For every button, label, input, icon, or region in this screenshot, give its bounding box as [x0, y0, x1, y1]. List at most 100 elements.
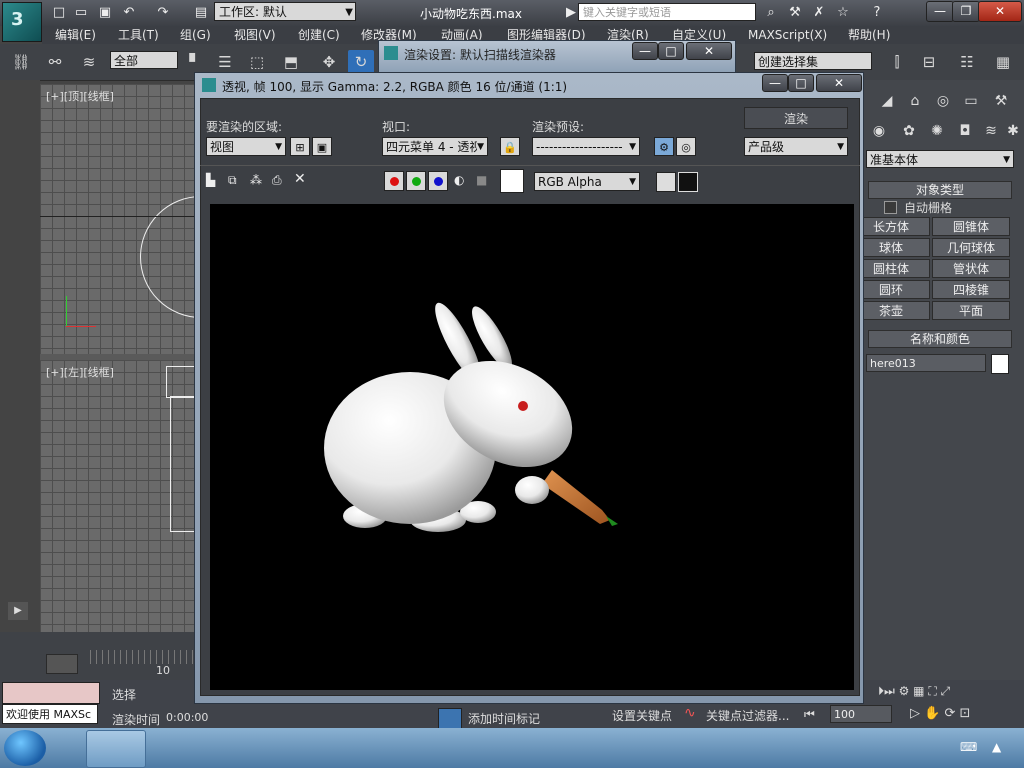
create-tab-icon[interactable]: ◢	[876, 90, 898, 112]
render-button[interactable]: 渲染	[744, 107, 848, 129]
communication-icon[interactable]: ✗	[810, 4, 828, 22]
save-image-icon[interactable]: ▙	[206, 173, 215, 187]
add-time-tag-button[interactable]: 添加时间标记	[468, 710, 540, 727]
clone-window-icon[interactable]: ⁂	[250, 173, 262, 187]
edit-region-icon[interactable]: ⊞	[290, 137, 310, 156]
modify-tab-icon[interactable]: ⌂	[904, 90, 926, 112]
tools-icon[interactable]: ⚒	[786, 4, 804, 22]
cameras-icon[interactable]: ◘	[954, 120, 976, 142]
rotate-icon[interactable]: ↻	[348, 50, 374, 74]
area-to-render-dropdown[interactable]: 视图 ▼	[206, 137, 286, 156]
workspace-dropdown[interactable]: 工作区: 默认 ▼	[214, 2, 356, 21]
copy-image-icon[interactable]: ⧉	[228, 173, 237, 188]
align-icon[interactable]: ⊟	[916, 50, 942, 74]
autogrid-checkbox[interactable]	[884, 201, 897, 214]
redo-icon[interactable]: ↷	[154, 4, 172, 22]
alpha-toggle-icon[interactable]: ◐	[454, 173, 464, 187]
render-setup-maximize-button[interactable]: □	[658, 42, 684, 60]
render-setup-minimize-button[interactable]: —	[632, 42, 658, 60]
lights-icon[interactable]: ✺	[926, 120, 948, 142]
minimize-button[interactable]: —	[926, 1, 954, 22]
help-icon[interactable]: ?	[868, 4, 886, 22]
lock-icon[interactable]: 🔒	[500, 137, 520, 156]
toggle-ui-icon[interactable]	[656, 172, 676, 192]
systems-icon[interactable]: ✱	[1002, 120, 1024, 142]
bind-space-warp-icon[interactable]: ≋	[76, 50, 102, 74]
key-filters-button[interactable]: 关键点过滤器...	[706, 707, 789, 724]
shapes-icon[interactable]: ✿	[898, 120, 920, 142]
select-object-icon[interactable]: ▘	[182, 50, 208, 74]
named-selection-dropdown[interactable]: 创建选择集	[754, 52, 872, 70]
utilities-tab-icon[interactable]: ⚒	[990, 90, 1012, 112]
cone-button[interactable]: 圆锥体	[932, 217, 1010, 236]
start-button[interactable]	[4, 730, 46, 766]
red-channel-toggle[interactable]	[384, 171, 404, 191]
auto-region-icon[interactable]: ▣	[312, 137, 332, 156]
maxscript-listener-input[interactable]	[2, 682, 100, 704]
environment-icon[interactable]: ◎	[676, 137, 696, 156]
save-file-icon[interactable]: ▣	[96, 4, 114, 22]
blue-channel-toggle[interactable]	[428, 171, 448, 191]
select-by-name-icon[interactable]: ☰	[212, 50, 238, 74]
time-tag-icon[interactable]	[438, 708, 462, 730]
project-folder-icon[interactable]: ▤	[192, 4, 210, 22]
binoculars-icon[interactable]: ⌕	[762, 4, 780, 22]
maxscript-output[interactable]: 欢迎使用 MAXSc	[2, 704, 98, 724]
geosphere-button[interactable]: 几何球体	[932, 238, 1010, 257]
clear-icon[interactable]: ✕	[294, 171, 306, 187]
primitive-category-dropdown[interactable]: 准基本体 ▼	[866, 150, 1014, 168]
restore-button[interactable]: ❐	[952, 1, 980, 22]
open-file-icon[interactable]: ▭	[72, 4, 90, 22]
geometry-icon[interactable]: ◉	[868, 120, 890, 142]
rect-selection-icon[interactable]: ⬚	[244, 50, 270, 74]
rollout-object-type[interactable]: 对象类型	[868, 181, 1012, 199]
render-setup-icon[interactable]: ⚙	[654, 137, 674, 156]
close-button[interactable]: ✕	[978, 1, 1022, 22]
play-icon[interactable]: ▶	[8, 602, 28, 620]
color-swatch[interactable]	[500, 169, 524, 193]
selection-filter-dropdown[interactable]: 全部	[110, 51, 178, 69]
menu-edit[interactable]: 编辑(E)	[55, 26, 96, 44]
undo-icon[interactable]: ↶	[120, 4, 138, 22]
timeline-config-icon[interactable]	[46, 654, 78, 674]
goto-start-icon[interactable]: ⏮	[804, 707, 815, 722]
move-icon[interactable]: ✥	[316, 50, 342, 74]
channel-dropdown[interactable]: RGB Alpha ▼	[534, 172, 640, 191]
object-name-input[interactable]: here013	[866, 354, 986, 372]
render-setup-close-button[interactable]: ✕	[686, 42, 732, 60]
layer-manager-icon[interactable]: ☷	[954, 50, 980, 74]
taskbar-3dsmax-icon[interactable]	[86, 730, 146, 768]
menu-view[interactable]: 视图(V)	[234, 26, 276, 44]
hierarchy-tab-icon[interactable]: ◎	[932, 90, 954, 112]
favorites-star-icon[interactable]: ☆	[834, 4, 852, 22]
pyramid-button[interactable]: 四棱锥	[932, 280, 1010, 299]
set-key-button[interactable]: 设置关键点	[612, 707, 672, 724]
plane-button[interactable]: 平面	[932, 301, 1010, 320]
menu-help[interactable]: 帮助(H)	[848, 26, 890, 44]
search-input[interactable]: 键入关键字或短语	[578, 3, 756, 21]
graphite-tools-icon[interactable]: ▦	[990, 50, 1016, 74]
quality-dropdown[interactable]: 产品级 ▼	[744, 137, 848, 156]
menu-create[interactable]: 创建(C)	[298, 26, 340, 44]
mirror-icon[interactable]: ⫿	[884, 50, 910, 74]
green-channel-toggle[interactable]	[406, 171, 426, 191]
helpers-icon[interactable]: ≋	[980, 120, 1002, 142]
navigation-controls-icon[interactable]: ▷ ✋ ⟳ ⊡	[910, 706, 970, 721]
monochrome-icon[interactable]: ■	[476, 173, 487, 187]
frame-input[interactable]: 100	[830, 705, 892, 723]
menu-group[interactable]: 组(G)	[180, 26, 211, 44]
menu-maxscript[interactable]: MAXScript(X)	[748, 26, 827, 44]
object-color-swatch[interactable]	[991, 354, 1009, 374]
window-crossing-icon[interactable]: ⬒	[278, 50, 304, 74]
render-window-maximize-button[interactable]: □	[788, 74, 814, 92]
viewport-dropdown[interactable]: 四元菜单 4 - 透视 ▼	[382, 137, 488, 156]
render-window-minimize-button[interactable]: —	[762, 74, 788, 92]
new-file-icon[interactable]: □	[50, 4, 68, 22]
render-preset-dropdown[interactable]: -------------------- ▼	[532, 137, 640, 156]
menu-tools[interactable]: 工具(T)	[118, 26, 159, 44]
print-icon[interactable]: ⎙	[272, 173, 282, 188]
motion-tab-icon[interactable]: ▭	[960, 90, 982, 112]
tray-arrow-icon[interactable]: ▲	[992, 740, 1001, 754]
link-icon[interactable]: ⛓	[8, 50, 34, 74]
tube-button[interactable]: 管状体	[932, 259, 1010, 278]
